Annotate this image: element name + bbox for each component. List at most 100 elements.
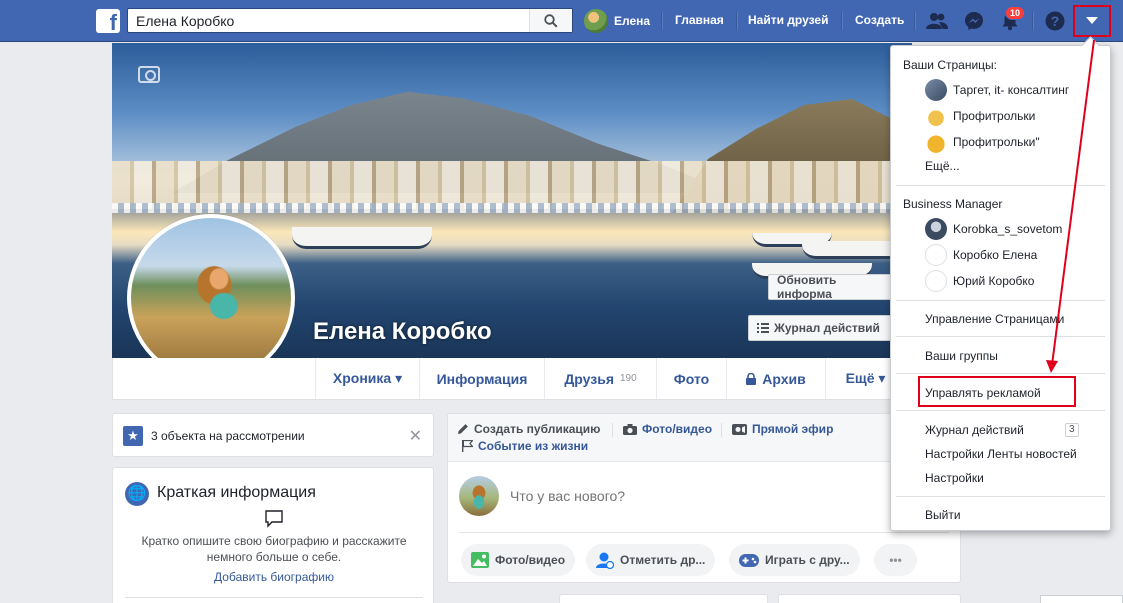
page-avatar [925,79,947,101]
flag-icon [462,440,473,452]
business-account-item[interactable]: Korobka_s_sovetom [925,218,1062,240]
star-icon: ★ [123,426,143,446]
activity-log-button[interactable]: Журнал действий [748,315,898,341]
camera-icon [623,423,637,435]
intro-card: 🌐 Краткая информация Кратко опишите свою… [112,467,434,603]
account-dropdown-menu: Ваши Страницы: Таргет, it- консалтинг Пр… [890,45,1111,531]
composer-header: Создать публикацию Фото/видео Прямой эфи… [448,414,960,462]
avatar [584,9,608,33]
divider [721,423,722,437]
create-post-tab[interactable]: Создать публикацию [457,422,600,436]
page-item[interactable]: Профитрольки [925,105,1035,127]
profile-name: Елена Коробко [313,318,492,345]
globe-icon: 🌐 [125,482,149,506]
nav-find-friends-link[interactable]: Найти друзей [748,13,828,27]
intro-prompt: Кратко опишите свою биографию и расскажи… [141,534,407,564]
menu-divider [896,410,1105,411]
page-avatar [925,105,947,127]
svg-text:?: ? [1051,13,1060,29]
nav-divider [661,12,662,30]
friend-requests-icon[interactable] [926,10,948,32]
business-avatar [925,270,947,292]
tab-archive[interactable]: Архив [726,358,825,399]
manage-pages-link[interactable]: Управление Страницами [925,312,1064,326]
account-menu-button[interactable] [1073,5,1111,37]
photo-video-tab[interactable]: Фото/видео [623,422,712,436]
pages-more-link[interactable]: Ещё... [925,159,960,173]
caret-down-icon [1086,17,1098,24]
activity-log-label: Журнал действий [774,321,880,335]
activity-log-link[interactable]: Журнал действий [925,423,1024,437]
your-pages-header: Ваши Страницы: [903,58,998,72]
divider [459,532,949,533]
profile-picture[interactable] [127,214,295,382]
manage-ads-highlight [918,376,1076,407]
menu-divider [896,373,1105,374]
cover-town [112,161,912,209]
page-avatar [925,131,947,153]
business-account-item[interactable]: Коробко Елена [925,244,1037,266]
business-avatar [925,218,947,240]
photo-video-pill[interactable]: Фото/видео [461,544,576,576]
menu-divider [896,496,1105,497]
settings-link[interactable]: Настройки [925,471,984,485]
camera-icon[interactable] [138,66,160,83]
composer-input[interactable] [510,482,930,510]
post-composer: Создать публикацию Фото/видео Прямой эфи… [447,413,961,583]
add-bio-link[interactable]: Добавить биографию [113,570,435,584]
business-avatar [925,244,947,266]
news-feed-settings-link[interactable]: Настройки Ленты новостей [925,447,1077,461]
more-options-pill[interactable]: ••• [874,544,917,576]
search-button[interactable] [529,9,572,32]
menu-divider [896,185,1105,186]
business-account-item[interactable]: Юрий Коробко [925,270,1034,292]
nav-divider [914,12,915,30]
speech-bubble-icon [265,510,283,528]
list-icon [757,323,769,333]
nav-profile-link[interactable]: Елена [584,9,650,33]
cover-harbor [112,203,912,213]
search-input[interactable] [128,9,530,32]
top-navigation-bar: f Елена Главная Найти друзей Создать 10 … [0,0,1123,42]
cover-boat [802,241,902,259]
search-box [127,8,573,33]
nav-create-link[interactable]: Создать [855,13,904,27]
live-video-tab[interactable]: Прямой эфир [732,422,833,436]
view-toggle-bar [778,594,961,603]
avatar [459,476,499,516]
gamepad-icon [739,553,759,567]
review-items-text[interactable]: 3 объекта на рассмотрении [151,429,305,443]
nav-divider [736,12,737,30]
divider [612,423,613,437]
profile-tab-bar: Хроника ▾ Информация Друзья 190 Фото Архи… [112,358,912,400]
business-manager-header: Business Manager [903,197,1003,211]
cover-boat [292,227,432,249]
messenger-icon[interactable] [963,10,985,32]
nav-home-link[interactable]: Главная [675,13,724,27]
video-camera-icon [732,423,747,435]
tab-about[interactable]: Информация [419,358,544,399]
more-dots-icon: ••• [889,553,902,567]
facebook-logo-icon[interactable]: f [96,9,120,33]
page-item[interactable]: Таргет, it- консалтинг [925,79,1069,101]
pencil-icon [458,424,468,434]
menu-divider [896,300,1105,301]
tab-timeline[interactable]: Хроника ▾ [315,358,419,399]
search-icon [544,13,558,28]
tab-friends[interactable]: Друзья 190 [544,358,656,399]
divider [125,597,423,598]
lock-icon [746,372,757,385]
your-groups-link[interactable]: Ваши группы [925,349,998,363]
tag-friends-pill[interactable]: Отметить др... [586,544,716,576]
logout-link[interactable]: Выйти [925,508,961,522]
close-icon[interactable]: ✕ [409,426,422,446]
nav-divider [1032,12,1033,30]
tag-person-icon [596,552,614,569]
life-event-tab[interactable]: Событие из жизни [462,439,588,453]
play-with-friends-pill[interactable]: Играть с дру... [729,544,860,576]
update-info-button[interactable]: Обновить информа [768,273,900,301]
tab-photos[interactable]: Фото [656,358,726,399]
photo-icon [471,552,489,568]
help-icon[interactable]: ? [1044,10,1066,32]
page-item[interactable]: Профитрольки" [925,131,1040,153]
